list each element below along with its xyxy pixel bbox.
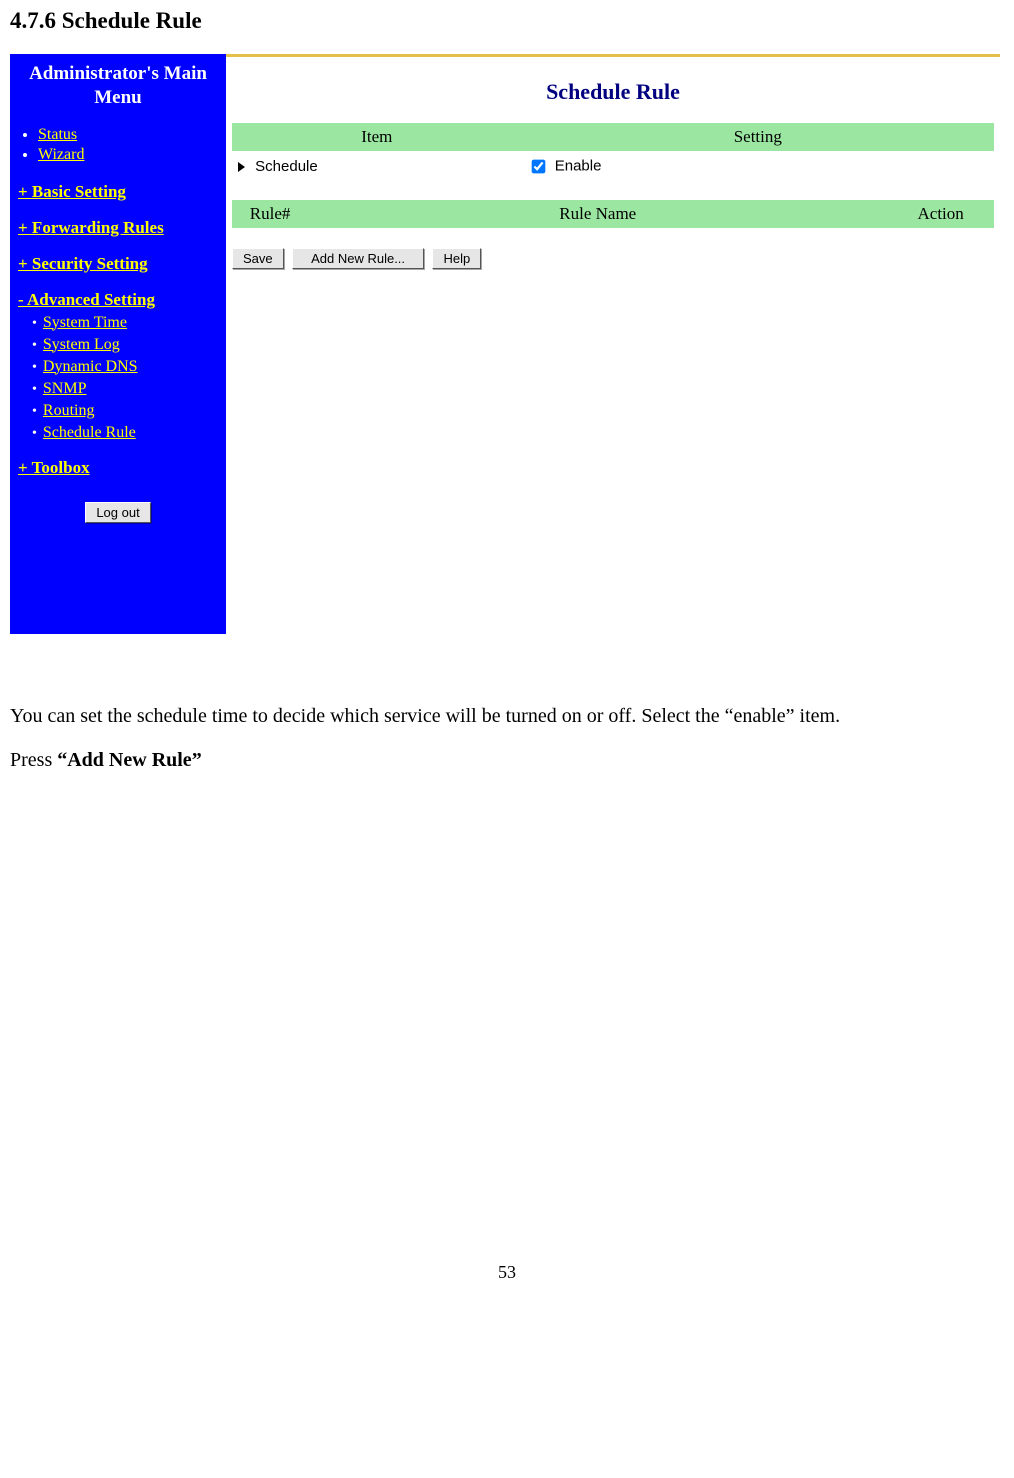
enable-checkbox-label: Enable — [555, 157, 602, 174]
col-header-action: Action — [887, 200, 994, 228]
doc-body-text: You can set the schedule time to decide … — [10, 694, 970, 782]
page-title: Schedule Rule — [232, 79, 994, 105]
sidebar-item-snmp[interactable]: SNMP — [43, 380, 87, 397]
page-number: 53 — [10, 1262, 1004, 1303]
logout-button[interactable]: Log out — [85, 502, 150, 523]
sidebar: Administrator's Main Menu Status Wizard … — [10, 54, 226, 634]
add-new-rule-button[interactable]: Add New Rule... — [292, 248, 424, 269]
col-header-rule-number: Rule# — [232, 200, 308, 228]
doc-paragraph-1: You can set the schedule time to decide … — [10, 694, 970, 738]
table-row: Schedule Enable — [232, 151, 994, 182]
col-header-setting: Setting — [522, 123, 994, 151]
col-header-item: Item — [232, 123, 522, 151]
sidebar-section-basic-setting[interactable]: + Basic Setting — [18, 182, 218, 202]
doc-section-heading: 4.7.6 Schedule Rule — [10, 8, 1004, 34]
col-header-rule-name: Rule Name — [308, 200, 887, 228]
sidebar-item-wizard[interactable]: Wizard — [38, 146, 84, 163]
sidebar-top-list: Status Wizard — [18, 126, 218, 164]
router-admin-screenshot: Administrator's Main Menu Status Wizard … — [10, 54, 1000, 634]
sidebar-section-security-setting[interactable]: + Security Setting — [18, 254, 218, 274]
rules-table: Rule# Rule Name Action — [232, 200, 994, 228]
sidebar-item-status[interactable]: Status — [38, 126, 77, 143]
sidebar-item-dynamic-dns[interactable]: Dynamic DNS — [43, 358, 138, 375]
sidebar-item-system-log[interactable]: System Log — [43, 336, 120, 353]
sidebar-section-forwarding-rules[interactable]: + Forwarding Rules — [18, 218, 218, 238]
sidebar-section-advanced-setting[interactable]: - Advanced Setting — [18, 290, 218, 310]
schedule-settings-table: Item Setting Schedule Enable — [232, 123, 994, 182]
enable-checkbox[interactable] — [531, 160, 545, 174]
button-row: Save Add New Rule... Help — [232, 248, 994, 269]
save-button[interactable]: Save — [232, 248, 284, 269]
sidebar-item-routing[interactable]: Routing — [43, 402, 95, 419]
sidebar-item-schedule-rule[interactable]: Schedule Rule — [43, 424, 136, 441]
triangle-bullet-icon — [238, 162, 245, 172]
sidebar-section-toolbox[interactable]: + Toolbox — [18, 458, 218, 478]
content-pane: Schedule Rule Item Setting Schedule — [226, 54, 1000, 634]
doc-paragraph-2: Press “Add New Rule” — [10, 738, 970, 782]
sidebar-item-system-time[interactable]: System Time — [43, 314, 127, 331]
row-label-schedule: Schedule — [255, 158, 318, 175]
sidebar-title: Administrator's Main Menu — [18, 62, 218, 110]
sidebar-advanced-sublist: System Time System Log Dynamic DNS SNMP … — [32, 314, 218, 442]
help-button[interactable]: Help — [432, 248, 481, 269]
